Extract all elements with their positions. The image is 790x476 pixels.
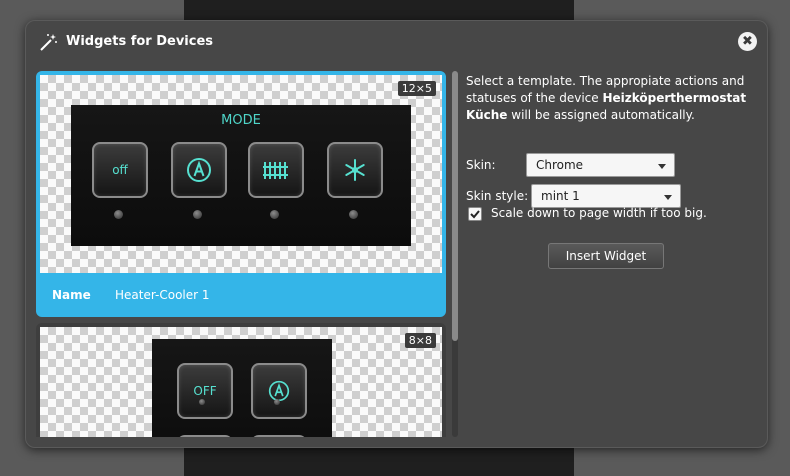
chevron-down-icon (664, 195, 672, 200)
widget-preview-panel: OFF (152, 339, 332, 437)
skin-label: Skin: (466, 158, 496, 172)
template-name-bar: Name Heater-Cooler 1 (36, 273, 446, 317)
template-card-2[interactable]: 8×8 OFF (36, 323, 446, 437)
scale-down-checkbox[interactable] (468, 207, 482, 221)
preview-off-button: off (92, 142, 148, 198)
size-badge: 8×8 (404, 333, 436, 348)
status-led (193, 210, 202, 219)
template-preview: 8×8 OFF (40, 327, 442, 437)
skin-select[interactable]: Chrome (526, 153, 675, 177)
template-card-heater-cooler[interactable]: 12×5 MODE off Name Heater-Cooler 1 (36, 71, 446, 317)
template-list-scrollbar[interactable] (452, 71, 458, 437)
heater-icon (263, 162, 288, 179)
dialog-title: Widgets for Devices (66, 34, 214, 49)
name-label: Name (52, 288, 91, 302)
size-badge: 12×5 (397, 81, 436, 96)
status-led (270, 210, 279, 219)
chevron-down-icon (658, 164, 666, 169)
skin-style-select[interactable]: mint 1 (531, 184, 681, 208)
name-value: Heater-Cooler 1 (115, 288, 210, 302)
close-button[interactable]: ✖ (738, 32, 757, 51)
dialog-titlebar: Widgets for Devices ✖ (26, 21, 767, 65)
auto-icon (187, 158, 211, 182)
widgets-dialog: Widgets for Devices ✖ 12×5 MODE off Name… (25, 20, 768, 448)
skin-select-value: Chrome (536, 158, 584, 172)
description-text: will be assigned automatically. (507, 108, 695, 122)
preview-cool-button (327, 142, 383, 198)
preview-button (177, 435, 233, 437)
status-led (114, 210, 123, 219)
snowflake-icon (345, 159, 365, 181)
auto-icon (268, 380, 290, 402)
magic-wand-icon (40, 34, 57, 51)
skin-style-label: Skin style: (466, 189, 529, 203)
skin-style-select-value: mint 1 (541, 189, 580, 203)
template-list: 12×5 MODE off Name Heater-Cooler 1 8×8 O… (36, 71, 446, 437)
widget-preview-panel: MODE off (71, 105, 411, 246)
preview-off-label: OFF (193, 384, 217, 398)
preview-off-label: off (112, 163, 128, 177)
status-led (349, 210, 358, 219)
preview-auto-button (171, 142, 227, 198)
insert-widget-button[interactable]: Insert Widget (548, 243, 664, 269)
template-description: Select a template. The appropiate action… (466, 73, 756, 124)
status-led (274, 399, 280, 405)
preview-heater-button (248, 142, 304, 198)
preview-mode-title: MODE (221, 113, 261, 128)
scale-down-label[interactable]: Scale down to page width if too big. (491, 206, 707, 220)
preview-auto-button (251, 363, 307, 419)
status-led (199, 399, 205, 405)
checkmark-icon (470, 210, 480, 219)
preview-button (251, 435, 307, 437)
template-preview: 12×5 MODE off (40, 75, 442, 273)
scrollbar-thumb[interactable] (452, 71, 458, 341)
preview-off-button: OFF (177, 363, 233, 419)
